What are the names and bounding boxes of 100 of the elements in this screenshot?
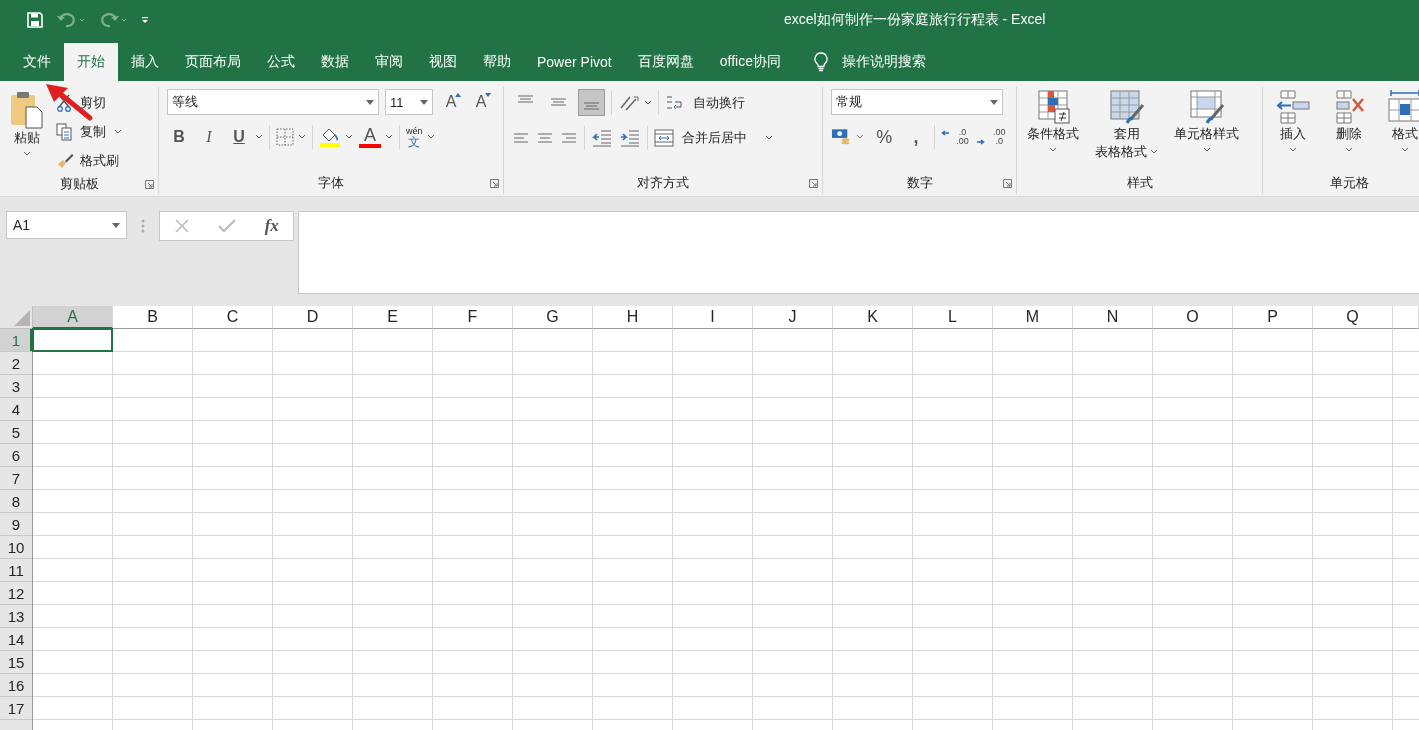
column-header[interactable]: J: [753, 306, 833, 329]
column-header[interactable]: Q: [1313, 306, 1393, 329]
insert-cells-button[interactable]: 插入: [1269, 87, 1317, 155]
wrap-text-button[interactable]: 自动换行: [665, 90, 745, 115]
column-header[interactable]: C: [193, 306, 273, 329]
save-icon[interactable]: [26, 11, 44, 29]
column-header[interactable]: P: [1233, 306, 1313, 329]
row-header[interactable]: 14: [0, 628, 32, 651]
format-cells-button[interactable]: 格式: [1381, 87, 1419, 155]
ribbon-tab[interactable]: 页面布局: [172, 43, 254, 81]
column-header[interactable]: H: [593, 306, 673, 329]
font-size-dropdown[interactable]: 11: [385, 89, 433, 115]
percent-button[interactable]: %: [869, 125, 899, 149]
italic-button[interactable]: I: [197, 125, 221, 149]
ribbon-tab[interactable]: 百度网盘: [624, 43, 707, 81]
merge-center-button[interactable]: 合并后居中: [654, 126, 747, 150]
column-header[interactable]: M: [993, 306, 1073, 329]
row-header[interactable]: 7: [0, 467, 32, 490]
phonetic-guide-button[interactable]: wén 文: [406, 126, 423, 148]
decrease-decimal-button[interactable]: .00 .0: [977, 128, 1008, 146]
conditional-formatting-button[interactable]: 条件格式: [1023, 87, 1083, 155]
column-header[interactable]: E: [353, 306, 433, 329]
row-header[interactable]: 12: [0, 582, 32, 605]
chevron-icon[interactable]: [765, 135, 773, 141]
chevron-icon[interactable]: [856, 134, 864, 140]
cut-button[interactable]: 剪切: [56, 91, 122, 115]
row-header[interactable]: 16: [0, 674, 32, 697]
ribbon-tab[interactable]: office协同: [706, 43, 794, 81]
column-header[interactable]: G: [513, 306, 593, 329]
ribbon-tab[interactable]: 插入: [118, 43, 172, 81]
font-name-dropdown[interactable]: 等线: [167, 89, 379, 115]
align-center-icon[interactable]: [536, 131, 554, 145]
chevron-icon[interactable]: [114, 129, 122, 135]
row-header[interactable]: 17: [0, 697, 32, 720]
align-right-icon[interactable]: [560, 131, 578, 145]
check-icon[interactable]: [218, 218, 237, 234]
orientation-icon[interactable]: [618, 93, 640, 112]
column-header[interactable]: I: [673, 306, 753, 329]
paste-button[interactable]: 粘贴: [6, 87, 48, 173]
decrease-indent-icon[interactable]: [591, 129, 613, 147]
column-header[interactable]: [1393, 306, 1419, 329]
customize-icon[interactable]: [140, 15, 150, 25]
column-header[interactable]: L: [913, 306, 993, 329]
row-header[interactable]: 2: [0, 352, 32, 375]
ribbon-tab[interactable]: 视图: [416, 43, 470, 81]
number-format-dropdown[interactable]: 常规: [831, 89, 1003, 115]
tell-me-search[interactable]: 操作说明搜索: [841, 53, 926, 71]
column-header[interactable]: D: [273, 306, 353, 329]
increase-decimal-button[interactable]: .0 .00: [940, 128, 972, 146]
column-header[interactable]: K: [833, 306, 913, 329]
row-header[interactable]: 3: [0, 375, 32, 398]
dialog-launcher-icon[interactable]: [145, 180, 154, 189]
shrink-font-button[interactable]: A: [469, 90, 493, 114]
ribbon-tab[interactable]: 开始: [64, 43, 118, 81]
row-header[interactable]: 15: [0, 651, 32, 674]
row-header[interactable]: 11: [0, 559, 32, 582]
ribbon-tab[interactable]: 公式: [254, 43, 308, 81]
row-header[interactable]: 9: [0, 513, 32, 536]
row-header[interactable]: 6: [0, 444, 32, 467]
column-header[interactable]: O: [1153, 306, 1233, 329]
fill-color-icon[interactable]: [319, 126, 341, 148]
row-header[interactable]: 5: [0, 421, 32, 444]
column-header[interactable]: A: [33, 306, 113, 329]
format-painter-button[interactable]: 格式刷: [56, 149, 122, 173]
row-header[interactable]: 1: [0, 329, 32, 352]
ribbon-tab[interactable]: 帮助: [470, 43, 524, 81]
chevron-icon[interactable]: [426, 134, 435, 140]
align-left-icon[interactable]: [512, 131, 530, 145]
row-header[interactable]: 4: [0, 398, 32, 421]
cell-grid[interactable]: [33, 329, 1419, 730]
comma-button[interactable]: ,: [904, 125, 928, 149]
name-box[interactable]: A1: [6, 211, 127, 239]
delete-cells-button[interactable]: 删除: [1325, 87, 1373, 155]
borders-icon[interactable]: [276, 128, 294, 146]
dialog-launcher-icon[interactable]: [1003, 179, 1012, 188]
copy-button[interactable]: 复制: [56, 120, 106, 144]
redo-icon[interactable]: [98, 11, 128, 29]
format-as-table-button[interactable]: 套用 表格格式: [1091, 87, 1162, 163]
underline-button[interactable]: U: [227, 125, 251, 149]
grow-font-button[interactable]: A: [439, 90, 463, 114]
ribbon-tab[interactable]: 文件: [10, 43, 64, 81]
chevron-icon[interactable]: [298, 134, 306, 140]
dialog-launcher-icon[interactable]: [490, 179, 499, 188]
formula-input[interactable]: [298, 211, 1419, 294]
grip-icon[interactable]: [141, 219, 145, 233]
row-header[interactable]: 10: [0, 536, 32, 559]
bold-button[interactable]: B: [167, 125, 191, 149]
active-cell[interactable]: [32, 328, 113, 352]
ribbon-tab[interactable]: 数据: [308, 43, 362, 81]
chevron-icon[interactable]: [644, 99, 652, 106]
increase-indent-icon[interactable]: [619, 129, 641, 147]
chevron-icon[interactable]: [255, 134, 263, 140]
row-header[interactable]: 8: [0, 490, 32, 513]
insert-function-button[interactable]: fx: [264, 216, 279, 236]
column-header[interactable]: F: [433, 306, 513, 329]
chevron-icon[interactable]: [345, 134, 353, 140]
row-header[interactable]: 13: [0, 605, 32, 628]
dialog-launcher-icon[interactable]: [809, 179, 818, 188]
undo-icon[interactable]: [56, 11, 86, 29]
column-header[interactable]: B: [113, 306, 193, 329]
